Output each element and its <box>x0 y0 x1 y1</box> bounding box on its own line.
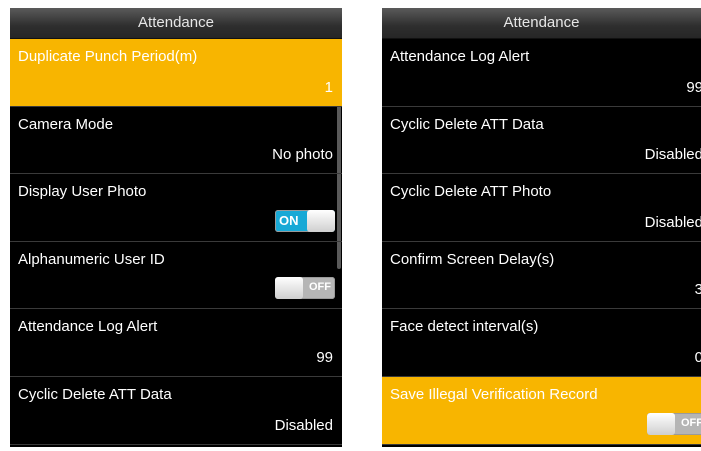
setting-cyclic-delete-att-data[interactable]: Cyclic Delete ATT Data Disabled <box>10 377 342 445</box>
setting-label: Duplicate Punch Period(m) <box>18 48 198 65</box>
setting-confirm-screen-delay[interactable]: Confirm Screen Delay(s) 3 <box>382 242 701 310</box>
setting-duplicate-punch-period[interactable]: Duplicate Punch Period(m) 1 <box>10 39 342 107</box>
setting-attendance-log-alert[interactable]: Attendance Log Alert 99 <box>10 309 342 377</box>
screen-title: Attendance <box>382 8 701 39</box>
setting-label: Display User Photo <box>18 183 147 201</box>
setting-value: 99 <box>316 348 333 366</box>
alphanumeric-user-id-toggle[interactable]: OFF <box>275 277 335 300</box>
toggle-state-label: OFF <box>681 416 701 429</box>
setting-label: Save Illegal Verification Record <box>390 385 598 403</box>
setting-label: Alphanumeric User ID <box>18 250 165 268</box>
setting-label: Camera Mode <box>18 115 114 133</box>
settings-list: Attendance Log Alert 99 Cyclic Delete AT… <box>382 39 701 447</box>
toggle-state-label: OFF <box>309 281 331 294</box>
attendance-screen-left: Attendance Duplicate Punch Period(m) 1 C… <box>10 8 342 447</box>
setting-label: Attendance Log Alert <box>390 48 530 65</box>
setting-save-illegal-verification-record[interactable]: Save Illegal Verification Record OFF <box>382 376 701 445</box>
setting-value: No photo <box>272 146 333 164</box>
setting-alphanumeric-user-id[interactable]: Alphanumeric User ID OFF <box>10 242 342 310</box>
setting-value: 0 <box>694 348 701 366</box>
toggle-state-label: ON <box>279 212 299 228</box>
setting-camera-mode[interactable]: Camera Mode No photo <box>10 107 342 175</box>
setting-attendance-log-alert[interactable]: Attendance Log Alert 99 <box>382 39 701 107</box>
setting-face-detect-interval[interactable]: Face detect interval(s) 0 <box>382 309 701 377</box>
setting-value: 1 <box>324 78 333 96</box>
settings-list: Duplicate Punch Period(m) 1 Camera Mode … <box>10 39 342 447</box>
setting-cyclic-delete-att-data[interactable]: Cyclic Delete ATT Data Disabled <box>382 107 701 175</box>
screen-title: Attendance <box>10 8 342 39</box>
setting-value: Disabled <box>644 146 701 164</box>
setting-cyclic-delete-att-photo[interactable]: Cyclic Delete ATT Photo Disabled <box>382 174 701 242</box>
setting-label: Confirm Screen Delay(s) <box>390 250 555 268</box>
setting-value: Disabled <box>274 416 333 434</box>
setting-label: Cyclic Delete ATT Data <box>18 385 172 403</box>
toggle-knob <box>647 412 675 435</box>
setting-value: 99 <box>686 78 701 96</box>
setting-label: Cyclic Delete ATT Photo <box>390 183 552 201</box>
toggle-knob <box>307 209 335 232</box>
display-user-photo-toggle[interactable]: ON <box>275 209 335 232</box>
setting-value: 3 <box>694 281 701 299</box>
save-illegal-verification-record-toggle[interactable]: OFF <box>647 412 701 435</box>
setting-label: Face detect interval(s) <box>390 318 539 336</box>
setting-label: Attendance Log Alert <box>18 318 158 336</box>
setting-value: Disabled <box>644 213 701 231</box>
setting-label: Cyclic Delete ATT Data <box>390 115 544 133</box>
setting-display-user-photo[interactable]: Display User Photo ON <box>10 174 342 242</box>
attendance-screen-right: Attendance Attendance Log Alert 99 Cycli… <box>382 8 701 447</box>
toggle-knob <box>275 277 303 300</box>
